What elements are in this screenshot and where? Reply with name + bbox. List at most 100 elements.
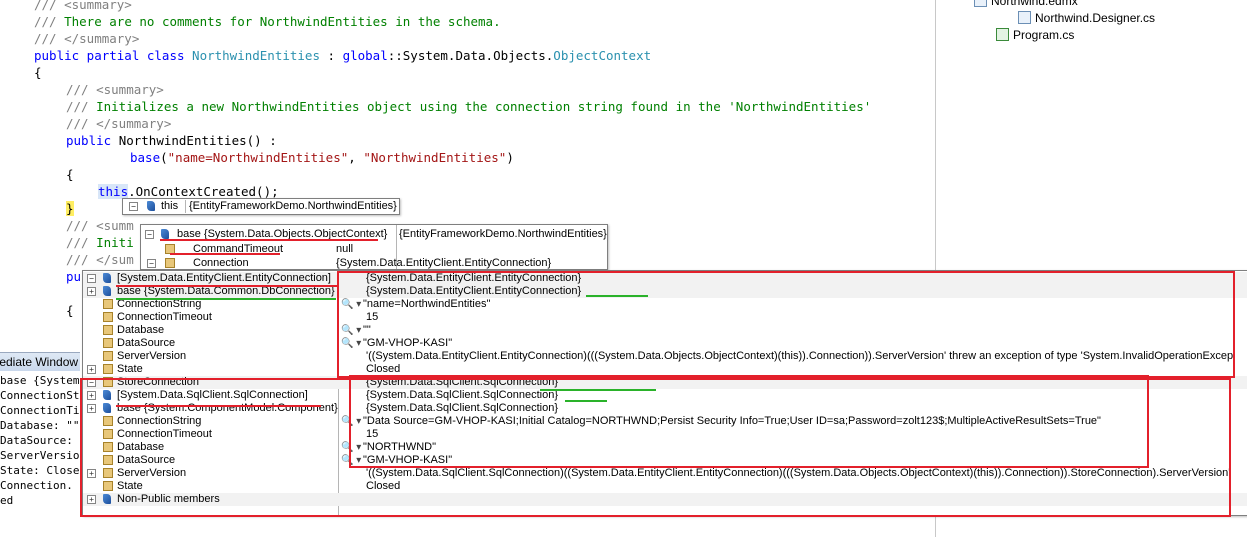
code-token: } — [66, 201, 74, 216]
annotation-underline — [116, 405, 321, 407]
code-line: /// Initializes a new NorthwindEntities … — [66, 98, 871, 115]
code-token: ) — [506, 150, 514, 165]
immediate-line: State: Close — [0, 464, 80, 477]
code-line: /// </summary> — [66, 115, 171, 132]
datatip-name: Connection — [193, 257, 249, 269]
code-token: "NorthwindEntities" — [363, 150, 507, 165]
property-icon — [103, 338, 113, 348]
datatip-this[interactable]: − this {EntityFrameworkDemo.NorthwindEnt… — [122, 198, 400, 215]
annotation-box-store — [80, 378, 1231, 517]
code-line: { — [34, 64, 42, 81]
datatip-name: ConnectionTimeout — [117, 311, 212, 323]
immediate-line: ConnectionTi — [0, 404, 80, 417]
code-line: /// <summ — [66, 217, 134, 234]
code-token: /// — [34, 14, 65, 29]
expand-icon[interactable]: + — [87, 365, 96, 374]
edmx-file-icon — [974, 0, 987, 7]
datatip-base[interactable]: − base {System.Data.Objects.ObjectContext… — [140, 224, 608, 270]
code-token: { — [66, 167, 74, 182]
cs-file-icon — [1018, 11, 1031, 24]
code-line: /// <summary> — [34, 0, 132, 13]
immediate-line: ConnectionSt — [0, 389, 80, 402]
code-token: ( — [160, 150, 168, 165]
code-token: { — [66, 303, 74, 318]
code-token: Initializes a new NorthwindEntities obje… — [96, 99, 872, 114]
immediate-window[interactable]: Immediate Window base {System. Connection… — [0, 352, 80, 538]
code-token: public — [66, 133, 119, 148]
immediate-window-title: Immediate Window — [0, 353, 80, 371]
annotation-underline — [565, 400, 607, 402]
code-token: /// </summary> — [66, 116, 172, 131]
code-line: /// <summary> — [66, 81, 164, 98]
datatip-name: [System.Data.EntityClient.EntityConnecti… — [117, 272, 331, 284]
code-token: NorthwindEntities — [192, 48, 320, 63]
code-line: public partial class NorthwindEntities :… — [34, 47, 651, 64]
code-token: : — [319, 48, 343, 63]
code-token: /// <summary> — [34, 0, 132, 12]
code-token: this — [98, 184, 129, 199]
annotation-underline — [170, 253, 280, 255]
datatip-name: Database — [117, 324, 165, 336]
code-token: Initi — [96, 235, 134, 250]
datatip-value: {System.Data.EntityClient.EntityConnecti… — [336, 257, 552, 269]
solution-item-designer[interactable]: Northwind.Designer.cs — [1018, 10, 1155, 27]
datatip-row[interactable]: − Connection {System.Data.EntityClient.Ent… — [141, 257, 607, 270]
object-icon — [147, 201, 155, 211]
code-line: /// </sum — [66, 251, 134, 268]
code-token: global — [342, 48, 388, 63]
property-icon — [103, 325, 113, 335]
immediate-line: ed — [0, 494, 14, 507]
solution-item-program[interactable]: Program.cs — [996, 27, 1074, 44]
immediate-line: base {System. — [0, 374, 80, 387]
datatip-name: ServerVersion — [117, 350, 187, 362]
code-token: /// </sum — [66, 252, 134, 267]
property-icon — [103, 351, 113, 361]
annotation-underline — [160, 239, 378, 241]
code-token: /// — [66, 235, 97, 250]
annotation-underline — [540, 389, 656, 391]
expand-icon[interactable]: + — [87, 287, 96, 296]
property-icon — [103, 312, 113, 322]
code-line: /// </summary> — [34, 30, 139, 47]
code-line: { — [66, 302, 74, 319]
object-icon — [103, 286, 111, 296]
code-token: ObjectContext — [553, 48, 652, 63]
collapse-icon[interactable]: − — [145, 230, 154, 239]
code-token: { — [34, 65, 42, 80]
code-token: There are no comments for NorthwindEntit… — [64, 14, 501, 29]
code-line: /// Initi — [66, 234, 134, 251]
collapse-icon[interactable]: − — [87, 274, 96, 283]
code-token: NorthwindEntities() : — [118, 133, 277, 148]
code-token: /// <summ — [66, 218, 134, 233]
code-token: ::System.Data.Objects. — [387, 48, 554, 63]
annotation-underline — [116, 285, 338, 287]
datatip-value: {EntityFrameworkDemo.NorthwindEntities} — [185, 200, 397, 213]
object-icon — [161, 229, 169, 239]
code-line: base("name=NorthwindEntities", "Northwin… — [130, 149, 514, 166]
datatip-name: DataSource — [117, 337, 176, 349]
code-token: .OnContextCreated(); — [128, 184, 279, 199]
annotation-underline — [586, 295, 648, 297]
code-token: base — [130, 150, 161, 165]
datatip-value: {EntityFrameworkDemo.NorthwindEntities} — [399, 228, 607, 240]
immediate-line: ServerVersio — [0, 449, 80, 462]
cs-file-icon — [996, 28, 1009, 41]
datatip-value: null — [336, 243, 354, 255]
code-token: "name=NorthwindEntities" — [167, 150, 349, 165]
immediate-line: Connection. — [0, 479, 73, 492]
annotation-underline — [116, 298, 336, 300]
code-token: , — [348, 150, 364, 165]
property-icon — [165, 258, 175, 268]
immediate-line: Database: "" — [0, 419, 80, 432]
collapse-icon[interactable]: − — [147, 259, 156, 268]
code-line: { — [66, 166, 74, 183]
collapse-icon[interactable]: − — [129, 202, 138, 211]
code-token: pu — [66, 269, 82, 284]
annotation-box-entity — [337, 271, 1235, 378]
code-token: /// — [66, 99, 97, 114]
code-token: public partial class — [34, 48, 193, 63]
solution-item-edmx[interactable]: Northwind.edmx — [974, 0, 1078, 10]
code-token: /// <summary> — [66, 82, 164, 97]
code-line: public NorthwindEntities() : — [66, 132, 277, 149]
code-token: /// </summary> — [34, 31, 140, 46]
